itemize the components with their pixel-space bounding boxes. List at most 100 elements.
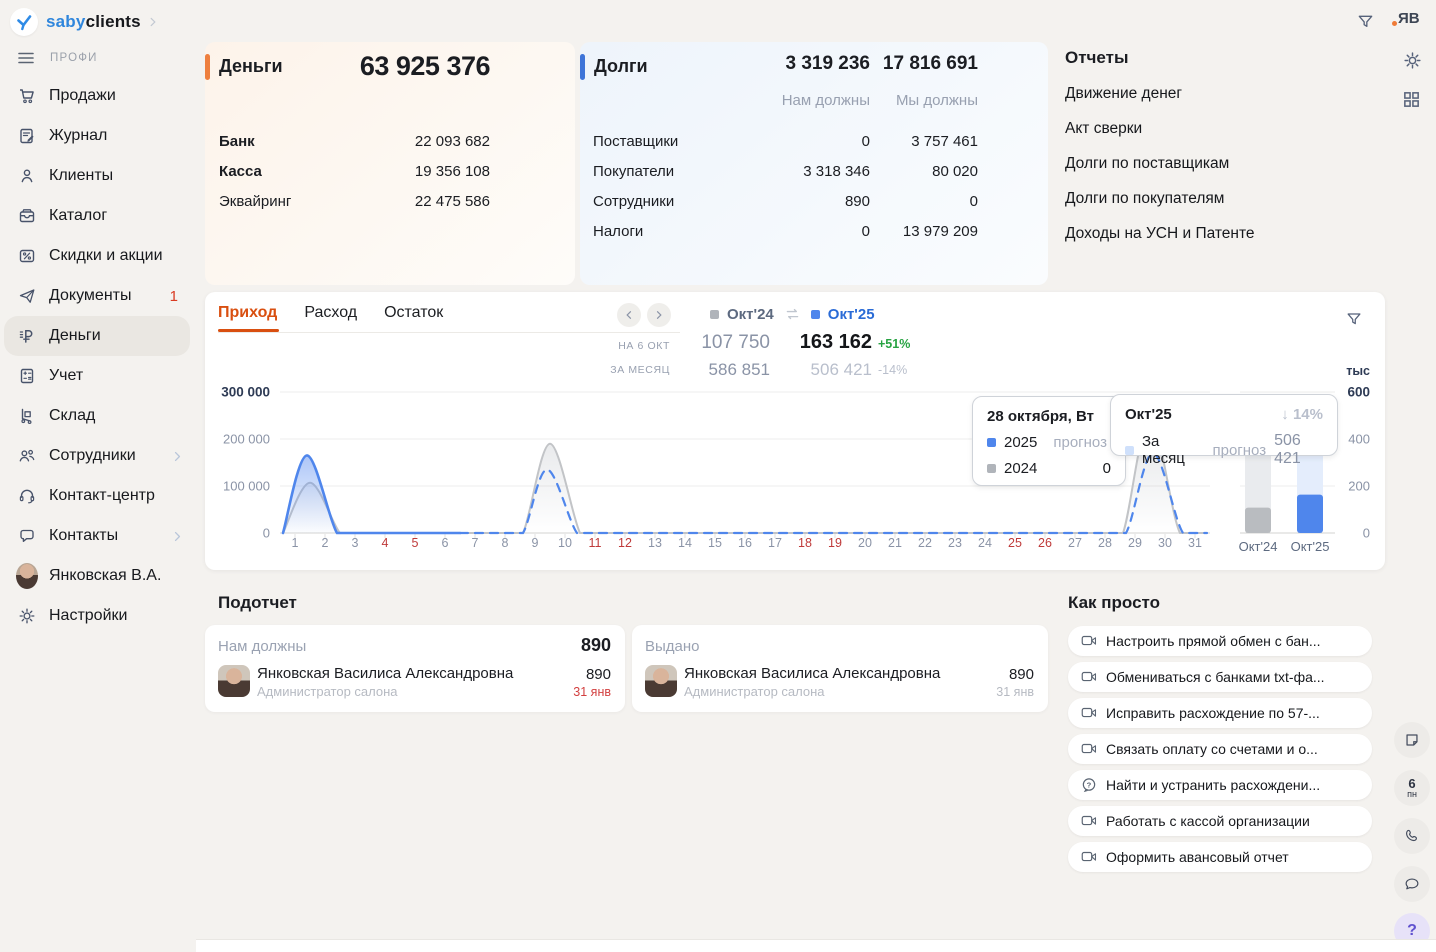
podotchet-card-issued[interactable]: Выдано Янковская Василиса Александровна …: [632, 625, 1048, 712]
calendar-button[interactable]: 6 пн: [1394, 770, 1430, 806]
catalog-icon: [16, 205, 38, 227]
sidebar-item-label: Продажи: [49, 87, 116, 105]
money-row[interactable]: Банк 22 093 682: [219, 126, 490, 156]
person-name[interactable]: Янковская Василиса Александровна: [257, 665, 513, 682]
money-card-title[interactable]: Деньги: [219, 56, 283, 77]
sidebar-item-nastroyki[interactable]: Настройки: [0, 596, 196, 636]
x-axis-day-label: 20: [858, 536, 872, 550]
sidebar-item-zhurnal[interactable]: Журнал: [0, 116, 196, 156]
person-role: Администратор салона: [684, 684, 825, 699]
debts-card-title[interactable]: Долги: [594, 56, 648, 77]
sidebar-item-kontakt-centr[interactable]: Контакт-центр: [0, 476, 196, 516]
dashboard-grid-icon[interactable]: [1402, 90, 1421, 109]
tab-приход[interactable]: Приход: [218, 304, 277, 332]
prev-period-button[interactable]: [617, 303, 641, 327]
people-icon: [16, 445, 38, 467]
sidebar-item-dokumenty[interactable]: Документы 1: [0, 276, 196, 316]
curr-period-label[interactable]: Окт'25: [828, 306, 875, 323]
video-icon: [1080, 812, 1098, 830]
how-simple-item[interactable]: ? Найти и устранить расхождени...: [1068, 770, 1372, 800]
tab-расход[interactable]: Расход: [304, 304, 357, 332]
debt-row[interactable]: Покупатели 3 318 346 80 020: [593, 156, 978, 186]
svg-text:?: ?: [1087, 780, 1092, 789]
sidebar-item-label: Документы: [49, 287, 131, 305]
debts-total-owed-to-us[interactable]: 3 319 236: [785, 53, 870, 75]
sidebar-item-kontakty[interactable]: Контакты: [0, 516, 196, 556]
sidebar-item-klienty[interactable]: Клиенты: [0, 156, 196, 196]
gear-icon[interactable]: [1402, 50, 1423, 71]
debt-row[interactable]: Сотрудники 890 0: [593, 186, 978, 216]
next-period-button[interactable]: [647, 303, 671, 327]
report-link[interactable]: Акт сверки: [1065, 120, 1365, 138]
filter-icon[interactable]: [1356, 12, 1375, 31]
x-axis-day-label: 25: [1008, 536, 1022, 550]
notes-button[interactable]: [1394, 722, 1430, 758]
sidebar-item-profile[interactable]: Янковская В.А.: [0, 556, 196, 596]
video-icon: [1080, 848, 1098, 866]
how-simple-item[interactable]: Исправить расхождение по 57-...: [1068, 698, 1372, 728]
sidebar-item-skidki[interactable]: Скидки и акции: [0, 236, 196, 276]
how-simple-item[interactable]: Настроить прямой обмен с бан...: [1068, 626, 1372, 656]
user-monogram[interactable]: ЯВ: [1398, 10, 1420, 27]
swap-icon[interactable]: [784, 306, 801, 323]
how-simple-item[interactable]: Работать с кассой организации: [1068, 806, 1372, 836]
sidebar-item-dengi[interactable]: Деньги: [4, 316, 190, 356]
phone-button[interactable]: [1394, 818, 1430, 854]
sidebar-item-sklad[interactable]: Склад: [0, 396, 196, 436]
sidebar-item-prodazhi[interactable]: Продажи: [0, 76, 196, 116]
video-icon: [1080, 668, 1098, 686]
tab-остаток[interactable]: Остаток: [384, 304, 443, 332]
money-total[interactable]: 63 925 376: [360, 51, 490, 82]
x-axis-day-label: 3: [352, 536, 359, 550]
x-axis-day-label: 16: [738, 536, 752, 550]
sidebar-item-uchet[interactable]: Учет: [0, 356, 196, 396]
app-window: sabyclients ПРОФИ Продажи Журнал Клиенты…: [0, 0, 1436, 952]
help-label: ?: [1407, 922, 1417, 940]
horizontal-scrollbar[interactable]: [196, 939, 1436, 952]
report-link[interactable]: Долги по поставщикам: [1065, 155, 1365, 173]
gear-icon: [16, 605, 38, 627]
x-axis-day-label: 11: [589, 536, 602, 550]
sidebar-nav: Продажи Журнал Клиенты Каталог Скидки и …: [0, 76, 196, 636]
how-simple-item[interactable]: Связать оплату со счетами и о...: [1068, 734, 1372, 764]
sidebar-item-katalog[interactable]: Каталог: [0, 196, 196, 236]
report-link[interactable]: Долги по покупателям: [1065, 190, 1365, 208]
mini-bar-actual: [1245, 508, 1271, 533]
how-simple-item[interactable]: Обмениваться с банками txt-фа...: [1068, 662, 1372, 692]
chart-filter-icon[interactable]: [1345, 310, 1363, 328]
percent-icon: [16, 245, 38, 267]
how-simple-item[interactable]: Оформить авансовый отчет: [1068, 842, 1372, 872]
sidebar-item-label: Деньги: [49, 327, 101, 345]
saby-bird-icon: [10, 8, 38, 36]
x-axis-day-label: 2: [322, 536, 329, 550]
how-simple-title: Как просто: [1068, 593, 1160, 613]
money-row[interactable]: Касса 19 356 108: [219, 156, 490, 186]
sidebar-item-label: Журнал: [49, 127, 107, 145]
report-link[interactable]: Доходы на УСН и Патенте: [1065, 225, 1365, 243]
debt-row[interactable]: Налоги 0 13 979 209: [593, 216, 978, 246]
summary-on-date-prev: 107 750: [701, 332, 770, 354]
debts-total-we-owe[interactable]: 17 816 691: [883, 53, 978, 75]
podotchet-card-owed[interactable]: Нам должны 890 Янковская Василиса Алекса…: [205, 625, 625, 712]
x-axis-day-label: 19: [828, 536, 842, 550]
chat-button[interactable]: [1394, 866, 1430, 902]
summary-month-prev: 586 851: [709, 360, 770, 380]
chart-tabs: Приход Расход Остаток: [218, 304, 443, 332]
prev-period-label[interactable]: Окт'24: [727, 306, 774, 323]
sidebar-item-sotrudniki[interactable]: Сотрудники: [0, 436, 196, 476]
debt-row[interactable]: Поставщики 0 3 757 461: [593, 126, 978, 156]
app-logo[interactable]: sabyclients: [10, 6, 159, 38]
unread-badge: 1: [170, 288, 178, 305]
curr-period-swatch: [811, 310, 820, 319]
tooltip-month-swatch: [1125, 446, 1134, 455]
menu-icon[interactable]: [16, 48, 36, 68]
x-axis-day-label: 6: [442, 536, 449, 550]
how-simple-list: Настроить прямой обмен с бан... Обменива…: [1068, 626, 1372, 878]
workspace-switcher[interactable]: ПРОФИ: [16, 48, 98, 68]
mini-y-axis-label: 400: [1348, 432, 1370, 447]
person-name[interactable]: Янковская Василиса Александровна: [684, 665, 940, 682]
report-link[interactable]: Движение денег: [1065, 85, 1365, 103]
x-axis-day-label: 4: [382, 536, 389, 550]
money-row[interactable]: Эквайринг 22 475 586: [219, 186, 490, 216]
podotchet-title: Подотчет: [218, 593, 297, 613]
